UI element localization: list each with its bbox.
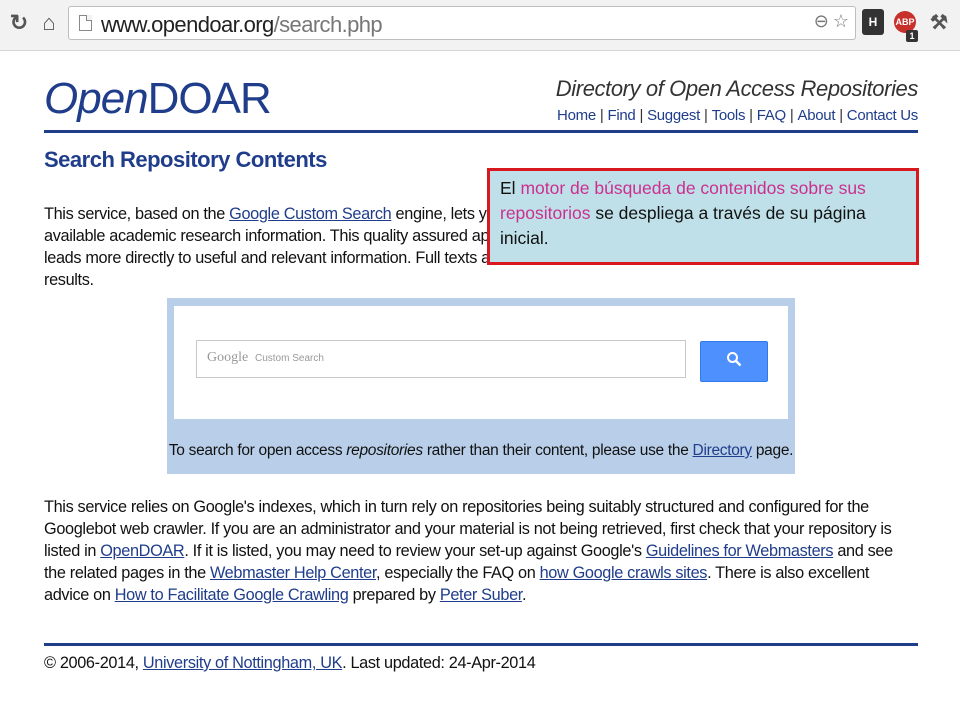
search-button[interactable] — [700, 341, 768, 382]
search-input[interactable]: Google Custom Search — [196, 340, 686, 378]
browser-toolbar: ↻ ⌂ www.opendoar.org/search.php ⊖ ☆ H AB… — [0, 0, 960, 51]
footer-divider — [44, 643, 918, 646]
annotation-callout: El motor de búsqueda de contenidos sobre… — [487, 168, 919, 265]
url-text[interactable]: www.opendoar.org/search.php — [101, 12, 383, 38]
h-extension-icon[interactable]: H — [862, 9, 884, 35]
reload-icon[interactable]: ↻ — [6, 8, 32, 38]
guidelines-link[interactable]: Guidelines for Webmasters — [646, 542, 834, 560]
footer: © 2006-2014, University of Nottingham, U… — [44, 654, 536, 672]
star-icon[interactable]: ☆ — [833, 11, 849, 32]
nav-faq[interactable]: FAQ — [757, 107, 786, 124]
google-crawls-link[interactable]: how Google crawls sites — [540, 564, 708, 582]
custom-search-label: Custom Search — [255, 353, 324, 364]
page-title: Search Repository Contents — [44, 147, 327, 172]
top-nav: Home | Find | Suggest | Tools | FAQ | About | Contac… — [557, 107, 918, 124]
google-brand: Google — [207, 350, 249, 365]
directory-note: To search for open access repositories r… — [168, 442, 794, 459]
facilitate-crawling-link[interactable]: How to Facilitate Google Crawling — [115, 586, 349, 604]
search-panel: Google Custom Search To search for open … — [167, 298, 795, 474]
nav-contact-us[interactable]: Contact Us — [847, 107, 919, 124]
nav-tools[interactable]: Tools — [712, 107, 746, 124]
nottingham-link[interactable]: University of Nottingham, UK — [143, 654, 343, 672]
zoom-icon[interactable]: ⊖ — [814, 11, 829, 32]
nav-about[interactable]: About — [797, 107, 835, 124]
home-icon[interactable]: ⌂ — [36, 8, 62, 38]
header-divider — [44, 130, 918, 133]
adblock-badge: 1 — [906, 30, 918, 42]
search-icon — [726, 351, 742, 372]
address-bar[interactable]: www.opendoar.org/search.php ⊖ ☆ — [68, 6, 856, 40]
peter-suber-link[interactable]: Peter Suber — [440, 586, 522, 604]
search-form: Google Custom Search — [174, 306, 788, 419]
site-logo[interactable]: OpenDOAR — [44, 74, 272, 124]
webmaster-help-link[interactable]: Webmaster Help Center — [210, 564, 376, 582]
site-tagline: Directory of Open Access Repositories — [555, 76, 919, 101]
nav-home[interactable]: Home — [557, 107, 596, 124]
info-paragraph: This service relies on Google's indexes,… — [44, 498, 893, 604]
page-icon — [79, 15, 92, 31]
opendoar-link[interactable]: OpenDOAR — [100, 542, 184, 560]
nav-find[interactable]: Find — [607, 107, 635, 124]
google-custom-search-link[interactable]: Google Custom Search — [229, 205, 392, 223]
tool-icon[interactable]: ⚒ — [928, 9, 950, 35]
directory-link[interactable]: Directory — [693, 442, 753, 459]
nav-suggest[interactable]: Suggest — [647, 107, 700, 124]
